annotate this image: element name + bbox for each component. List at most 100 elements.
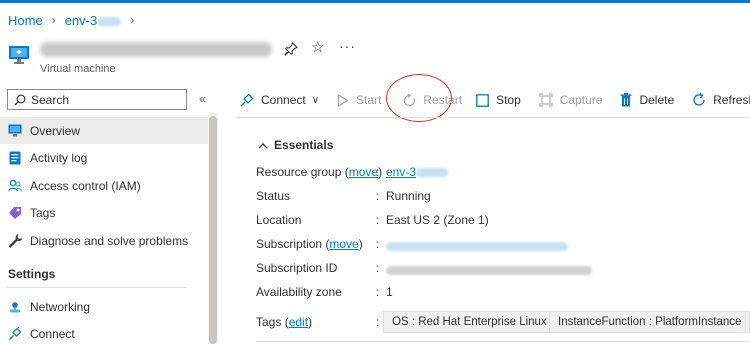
refresh-button[interactable]: Refresh — [692, 93, 750, 107]
tag-icon — [8, 206, 22, 220]
wrench-icon — [8, 233, 22, 248]
command-bar: Connect ∨ Start Restart Stop Capture Del… — [240, 89, 750, 111]
breadcrumb-env-link[interactable]: env-3 — [65, 13, 122, 28]
network-icon — [8, 300, 22, 314]
sidebar-item-label: Tags — [30, 206, 56, 220]
subscription-label-text: Subscription — [256, 237, 323, 251]
colon: : — [376, 213, 380, 227]
toolbar-divider — [236, 117, 750, 118]
tag-chip[interactable]: InstanceFunction : PlatformInstance — [549, 311, 750, 333]
sidebar-item-overview[interactable]: Overview — [0, 117, 208, 144]
chevron-down-icon: ∨ — [311, 94, 320, 106]
delete-button[interactable]: Delete — [620, 93, 674, 107]
sidebar-item-label: Activity log — [30, 151, 88, 165]
resource-group-label: Resource group (move) — [256, 165, 383, 179]
tags-label: Tags (edit) — [256, 315, 313, 329]
redacted-resource-group — [416, 168, 449, 178]
redacted-subscription-id — [386, 266, 592, 275]
redacted-subscription — [386, 242, 568, 251]
search-icon — [14, 94, 26, 105]
redacted-vm-title — [40, 42, 272, 57]
redacted-env-suffix — [97, 16, 122, 26]
resource-group-move-link[interactable]: move — [349, 165, 378, 179]
sidebar-item-connect[interactable]: Connect — [0, 321, 208, 344]
capture-label: Capture — [559, 93, 603, 107]
sidebar-item-label: Access control (IAM) — [30, 178, 141, 193]
activity-log-icon — [8, 151, 22, 165]
chevron-right-icon: › — [51, 13, 56, 27]
sidebar-search-input[interactable]: Search — [7, 89, 187, 110]
subscription-id-label: Subscription ID — [256, 261, 338, 275]
resource-group-value[interactable]: env-3 — [386, 165, 449, 179]
colon: : — [376, 315, 380, 329]
start-label: Start — [356, 93, 382, 107]
collapse-sidebar-icon[interactable]: « — [199, 91, 206, 106]
availability-zone-value: 1 — [386, 285, 393, 299]
more-options-icon[interactable]: ··· — [339, 38, 356, 54]
tag-chip[interactable]: OS : Red Hat Enterprise Linux — [383, 311, 556, 333]
sidebar-item-access-control[interactable]: Access control (IAM) — [0, 172, 208, 199]
location-value: East US 2 (Zone 1) — [386, 213, 489, 227]
tags-label-text: Tags — [256, 315, 282, 329]
sidebar-item-networking[interactable]: Networking — [0, 293, 208, 320]
breadcrumb-env-label: env-3 — [64, 12, 98, 28]
colon: : — [376, 237, 380, 251]
colon: : — [376, 285, 380, 299]
colon: : — [376, 261, 380, 275]
stop-label: Stop — [496, 93, 521, 107]
capture-icon — [539, 93, 553, 107]
breadcrumb-home-link[interactable]: Home — [8, 13, 43, 28]
sidebar-item-label: Networking — [30, 299, 91, 314]
tags-edit-link[interactable]: edit — [289, 315, 308, 329]
star-icon[interactable]: ☆ — [311, 40, 324, 55]
tag-chip-overflow[interactable] — [745, 311, 750, 333]
search-placeholder: Search — [31, 92, 70, 107]
delete-label: Delete — [639, 93, 675, 107]
subscription-id-value — [386, 264, 592, 278]
capture-button[interactable]: Capture — [539, 93, 603, 107]
status-value: Running — [386, 189, 431, 203]
sidebar-menu: Overview Activity log Access control (IA… — [0, 117, 208, 344]
sidebar-item-activity-log[interactable]: Activity log — [0, 145, 208, 172]
plug-icon — [240, 93, 254, 107]
colon: : — [376, 165, 380, 179]
virtual-machine-icon — [9, 46, 29, 64]
chevron-up-icon — [258, 142, 268, 148]
start-button[interactable]: Start — [337, 93, 381, 107]
subscription-label: Subscription (move) — [256, 237, 363, 251]
play-icon — [337, 93, 349, 107]
sidebar-item-tags[interactable]: Tags — [0, 200, 208, 227]
sidebar-item-label: Overview — [30, 123, 81, 138]
refresh-icon — [693, 93, 705, 106]
essentials-toggle[interactable]: Essentials — [258, 138, 333, 152]
sidebar-item-diagnose[interactable]: Diagnose and solve problems — [0, 227, 208, 254]
plug-icon — [8, 327, 22, 341]
subscription-value[interactable] — [386, 240, 568, 254]
chevron-right-icon: › — [130, 13, 135, 27]
sidebar-item-label: Diagnose and solve problems — [30, 233, 189, 248]
stop-icon — [476, 93, 489, 107]
breadcrumb: Home › env-3 › — [8, 12, 143, 28]
connect-button[interactable]: Connect ∨ — [240, 93, 319, 107]
refresh-label: Refresh — [713, 93, 750, 107]
sidebar-section-settings: Settings — [8, 266, 56, 281]
location-label: Location — [256, 213, 302, 227]
colon: : — [376, 189, 380, 203]
highlight-circle — [386, 74, 452, 122]
essentials-title: Essentials — [274, 138, 334, 152]
subscription-move-link[interactable]: move — [329, 237, 358, 251]
trash-icon — [620, 93, 632, 107]
resource-group-link[interactable]: env-3 — [386, 165, 416, 179]
pin-icon[interactable] — [284, 42, 298, 56]
connect-label: Connect — [261, 93, 306, 107]
sidebar-scrollbar-thumb[interactable] — [209, 116, 217, 344]
sidebar-item-label: Connect — [30, 327, 75, 341]
resource-group-label-text: Resource group — [256, 165, 342, 179]
monitor-icon — [8, 124, 22, 138]
availability-zone-label: Availability zone — [256, 285, 342, 299]
resource-type-subtitle: Virtual machine — [40, 63, 116, 75]
portal-top-bar — [0, 0, 750, 3]
people-icon — [8, 179, 22, 193]
status-label: Status — [256, 189, 291, 203]
stop-button[interactable]: Stop — [476, 93, 521, 107]
